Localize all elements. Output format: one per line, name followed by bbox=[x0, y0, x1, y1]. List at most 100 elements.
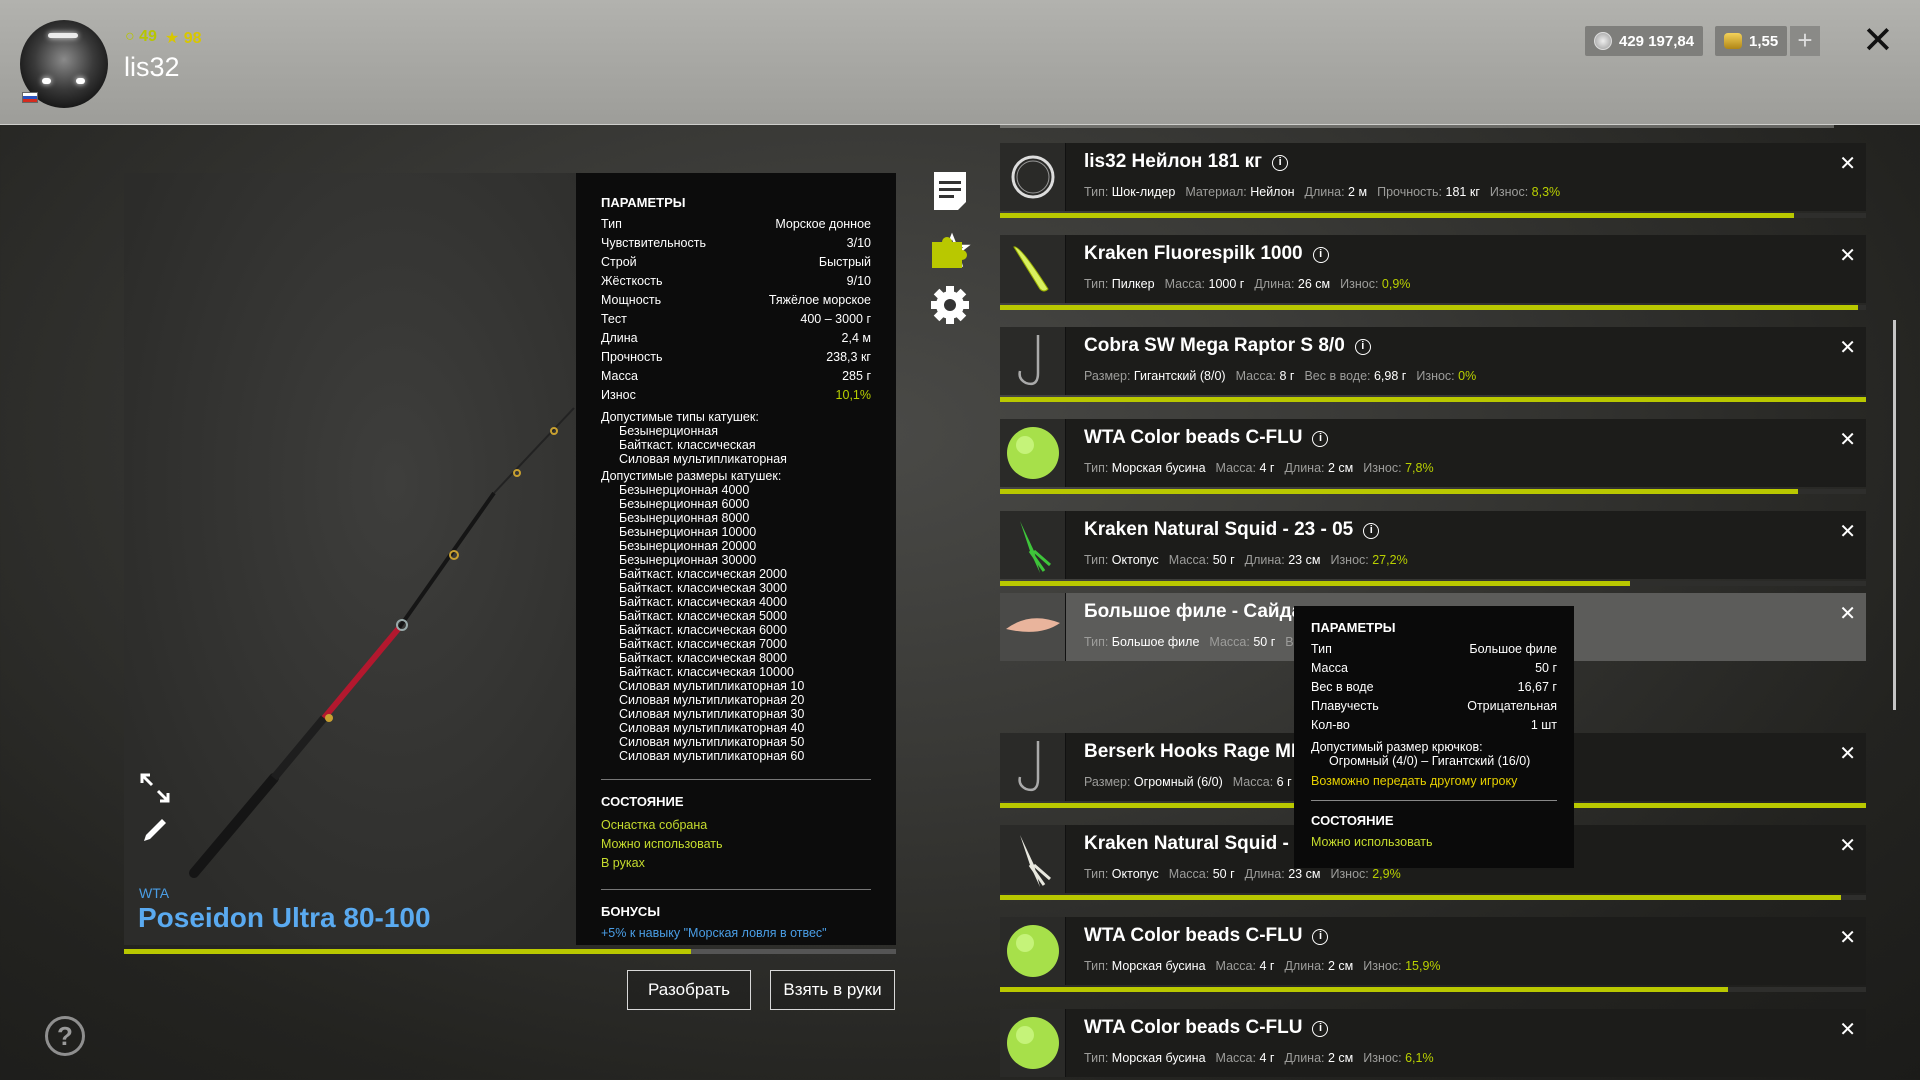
item-name: Kraken Fluorespilk 1000 i bbox=[1084, 243, 1329, 265]
wear-value: 15,9% bbox=[1405, 959, 1441, 973]
remove-item-icon[interactable]: ✕ bbox=[1839, 151, 1856, 176]
gold-balance: 1,55 bbox=[1715, 26, 1788, 56]
list-top-divider bbox=[1000, 125, 1834, 128]
document-icon[interactable] bbox=[930, 170, 970, 212]
param-row: Строй Быстрый bbox=[601, 255, 871, 274]
tackle-item[interactable]: WTA Color beads C-FLU i Тип: Морская бусин… bbox=[1000, 1009, 1866, 1077]
param-label: Тип bbox=[601, 217, 622, 231]
close-icon[interactable]: ✕ bbox=[1862, 22, 1894, 60]
remove-item-icon[interactable]: ✕ bbox=[1839, 427, 1856, 452]
reel-sizes-title: Допустимые размеры катушек: bbox=[601, 469, 782, 483]
list-scrollbar[interactable] bbox=[1893, 320, 1896, 710]
reel-size-item: Силовая мультипликаторная 50 bbox=[619, 735, 805, 749]
param-label: Строй bbox=[601, 255, 637, 269]
gold-coin-icon bbox=[1724, 33, 1742, 49]
item-name-text: WTA Color beads C-FLU bbox=[1084, 1017, 1303, 1038]
item-thumbnail bbox=[1000, 593, 1066, 661]
info-icon[interactable]: i bbox=[1354, 339, 1371, 355]
reel-size-item: Безынерционная 8000 bbox=[619, 511, 750, 525]
puzzle-icon[interactable] bbox=[928, 228, 972, 270]
take-in-hands-button[interactable]: Взять в руки bbox=[770, 970, 895, 1010]
wear-label: Износ: bbox=[1363, 461, 1402, 475]
item-tooltip: ПАРАМЕТРЫ Тип Большое филе Масса 50 г Вес в … bbox=[1294, 606, 1574, 868]
reel-size-item: Байткаст. классическая 2000 bbox=[619, 567, 787, 581]
param-row: Чувствительность 3/10 bbox=[601, 236, 871, 255]
field-label: Масса: bbox=[1168, 553, 1210, 567]
divider bbox=[601, 779, 871, 780]
field-value: 4 г bbox=[1259, 1051, 1275, 1065]
tackle-item[interactable]: Kraken Natural Squid - 23 - 05 i Тип: Окто… bbox=[1000, 511, 1866, 579]
field-label: Тип: bbox=[1084, 553, 1109, 567]
expand-icon[interactable] bbox=[138, 771, 172, 805]
remove-item-icon[interactable]: ✕ bbox=[1839, 601, 1856, 626]
info-icon[interactable]: i bbox=[1312, 929, 1329, 945]
remove-item-icon[interactable]: ✕ bbox=[1839, 925, 1856, 950]
reel-size-item: Байткаст. классическая 10000 bbox=[619, 665, 794, 679]
info-icon[interactable]: i bbox=[1312, 247, 1329, 263]
reel-size-item: Безынерционная 4000 bbox=[619, 483, 750, 497]
param-value: Тяжёлое морское bbox=[768, 293, 871, 307]
item-thumbnail bbox=[1000, 917, 1066, 985]
tackle-item[interactable]: Cobra SW Mega Raptor S 8/0 i Размер: Гиган… bbox=[1000, 327, 1866, 395]
info-icon[interactable]: i bbox=[1272, 155, 1289, 171]
wear-value: 6,1% bbox=[1405, 1051, 1434, 1065]
bonus-text: +5% к навыку "Морская ловля в отвес" bbox=[601, 926, 827, 940]
remove-item-icon[interactable]: ✕ bbox=[1839, 741, 1856, 766]
reel-size-item: Безынерционная 6000 bbox=[619, 497, 750, 511]
remove-item-icon[interactable]: ✕ bbox=[1839, 833, 1856, 858]
edit-icon[interactable] bbox=[138, 813, 172, 847]
gear-icon[interactable] bbox=[928, 283, 972, 327]
tooltip-row: Масса 50 г bbox=[1311, 661, 1557, 680]
tackle-item[interactable]: lis32 Нейлон 181 кг i Тип: Шок-лидер Матери… bbox=[1000, 143, 1866, 211]
add-gold-button[interactable]: + bbox=[1790, 26, 1820, 56]
wear-value: 8,3% bbox=[1531, 185, 1561, 199]
field-value: Октопус bbox=[1111, 867, 1159, 881]
tooltip-label: Вес в воде bbox=[1311, 680, 1374, 694]
info-icon[interactable]: i bbox=[1312, 1021, 1329, 1037]
tooltip-hook-title: Допустимый размер крючков: bbox=[1311, 740, 1483, 754]
item-wear-fill bbox=[1000, 489, 1799, 494]
info-icon[interactable]: i bbox=[1363, 523, 1380, 539]
param-label: Масса bbox=[601, 369, 638, 383]
remove-item-icon[interactable]: ✕ bbox=[1839, 243, 1856, 268]
help-icon[interactable]: ? bbox=[45, 1016, 85, 1056]
tooltip-label: Плавучесть bbox=[1311, 699, 1379, 713]
field-label: Тип: bbox=[1084, 1051, 1109, 1065]
item-thumbnail bbox=[1000, 1009, 1066, 1077]
field-value: Большое филе bbox=[1111, 635, 1200, 649]
item-thumbnail bbox=[1000, 235, 1066, 303]
field-value: 1000 г bbox=[1208, 277, 1245, 291]
info-icon[interactable]: i bbox=[1312, 431, 1329, 447]
tackle-item[interactable]: Kraken Fluorespilk 1000 i Тип: Пилкер Масса… bbox=[1000, 235, 1866, 303]
tackle-item[interactable]: WTA Color beads C-FLU i Тип: Морская бусин… bbox=[1000, 917, 1866, 985]
wear-label: Износ: bbox=[1416, 369, 1455, 383]
field-value: 4 г bbox=[1259, 959, 1275, 973]
tooltip-hook-range: Огромный (4/0) – Гигантский (16/0) bbox=[1329, 754, 1531, 768]
remove-item-icon[interactable]: ✕ bbox=[1839, 1017, 1856, 1042]
param-label: Тест bbox=[601, 312, 627, 326]
tooltip-state: Можно использовать bbox=[1311, 835, 1433, 849]
field-value: 6,98 г bbox=[1373, 369, 1407, 383]
disassemble-button[interactable]: Разобрать bbox=[627, 970, 751, 1010]
tooltip-label: Масса bbox=[1311, 661, 1348, 675]
item-name: WTA Color beads C-FLU i bbox=[1084, 427, 1329, 449]
wear-value: 27,2% bbox=[1372, 553, 1408, 567]
tooltip-label: Кол-во bbox=[1311, 718, 1350, 732]
item-description: Тип: Пилкер Масса: 1000 г Длина: 26 см Изно… bbox=[1084, 277, 1410, 291]
wear-value: 2,9% bbox=[1372, 867, 1401, 881]
tooltip-state-title: СОСТОЯНИЕ bbox=[1311, 813, 1394, 828]
param-label: Мощность bbox=[601, 293, 662, 307]
param-value: Быстрый bbox=[818, 255, 871, 269]
reel-size-item: Байткаст. классическая 3000 bbox=[619, 581, 787, 595]
tackle-item[interactable]: WTA Color beads C-FLU i Тип: Морская бусин… bbox=[1000, 419, 1866, 487]
field-value: 2 см bbox=[1328, 461, 1354, 475]
state-list: Оснастка собрана Можно использовать В рука… bbox=[601, 816, 871, 873]
remove-item-icon[interactable]: ✕ bbox=[1839, 335, 1856, 360]
rod-brand: WTA bbox=[139, 885, 170, 901]
remove-item-icon[interactable]: ✕ bbox=[1839, 519, 1856, 544]
reel-size-item: Байткаст. классическая 5000 bbox=[619, 609, 787, 623]
param-row: Тест 400 – 3000 г bbox=[601, 312, 871, 331]
param-label: Жёсткость bbox=[601, 274, 663, 288]
silver-coin-icon bbox=[1594, 32, 1612, 50]
field-label: Длина: bbox=[1284, 959, 1325, 973]
